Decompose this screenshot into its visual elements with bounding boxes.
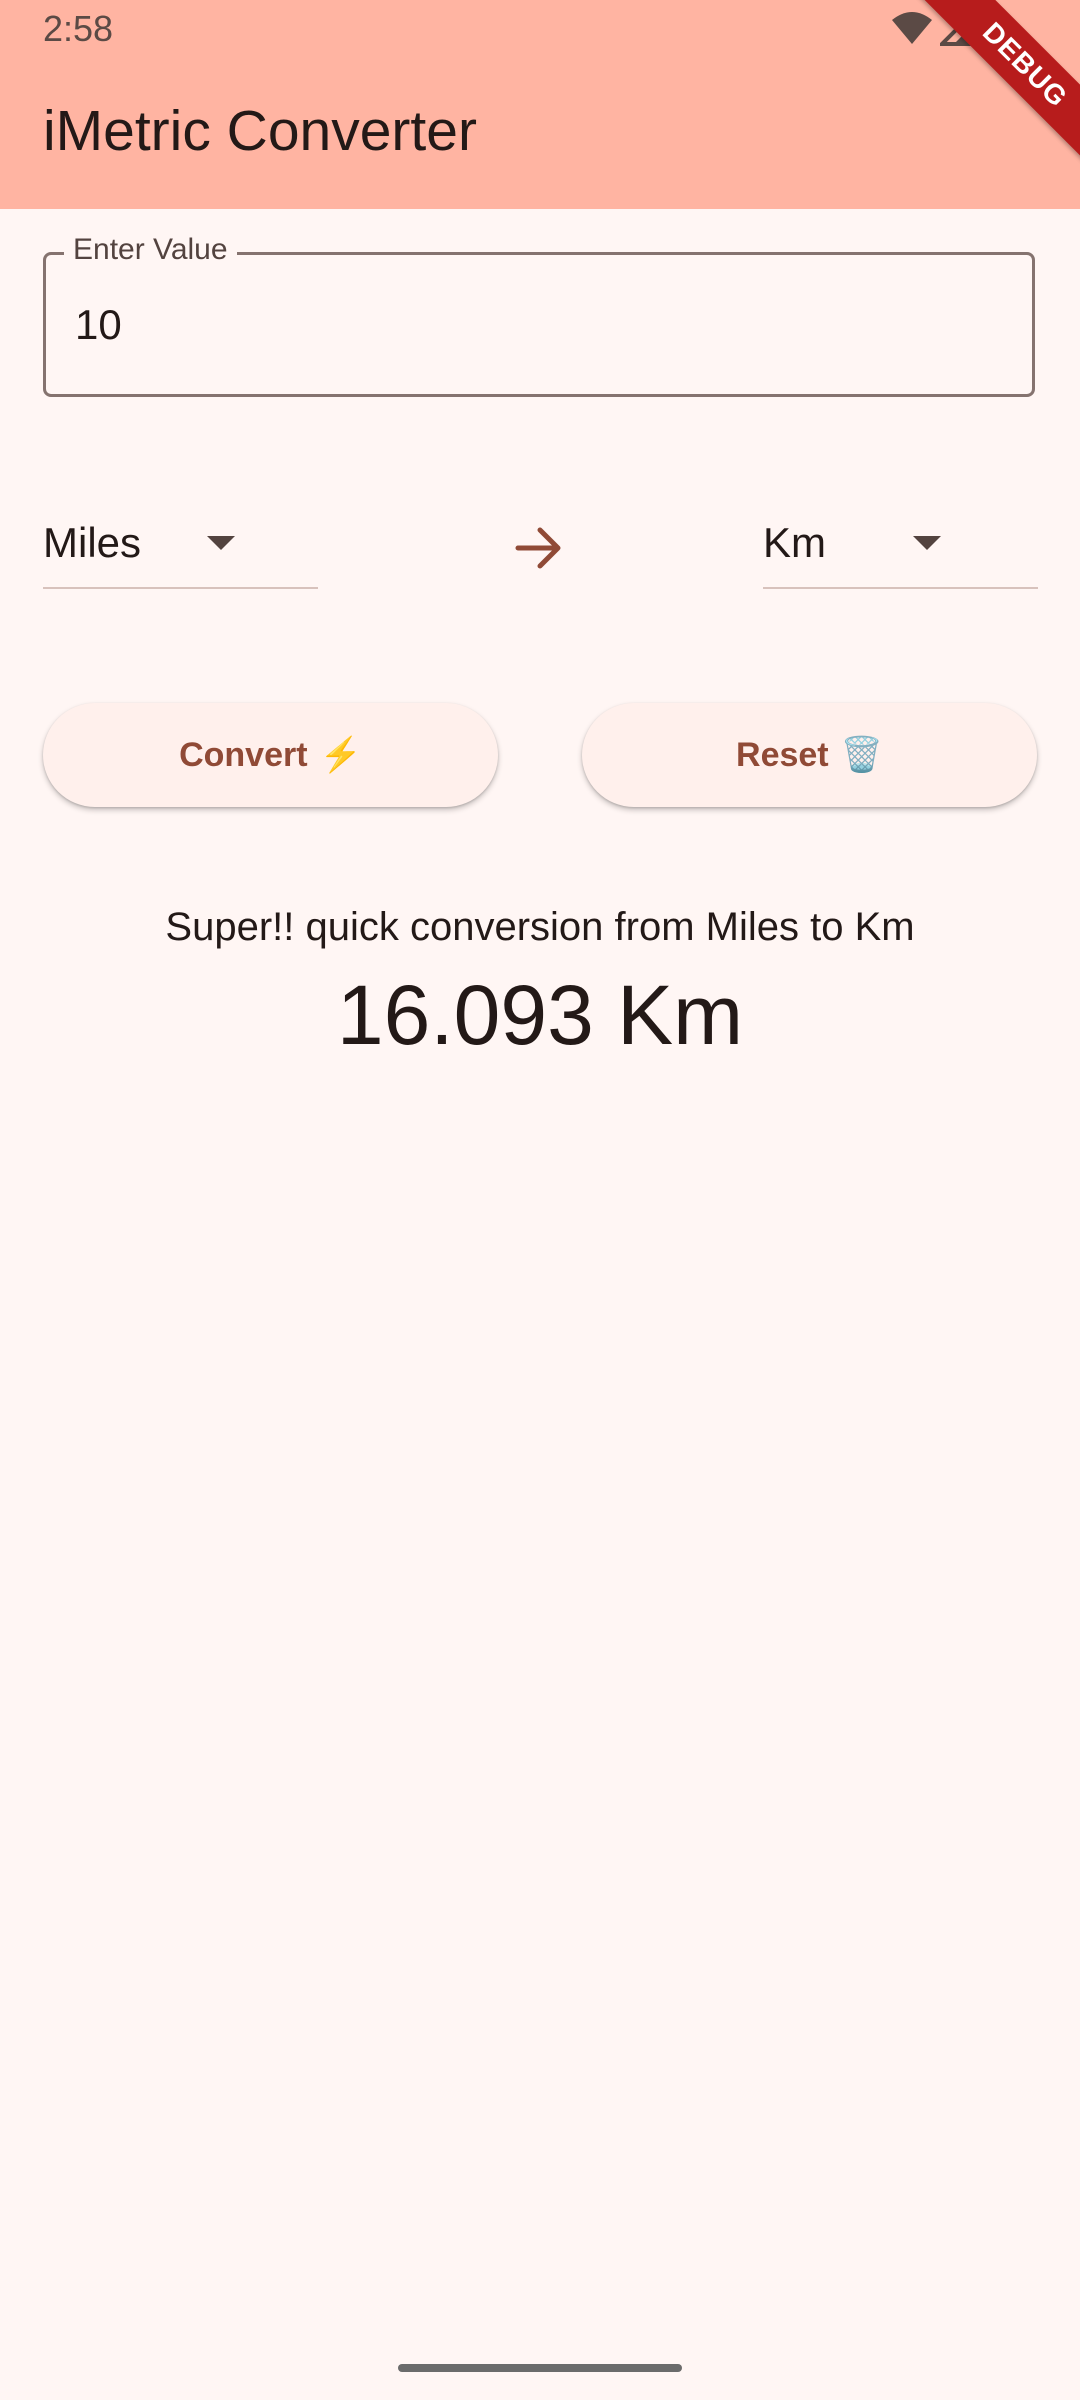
result-caption: Super!! quick conversion from Miles to K… (165, 905, 915, 949)
to-unit-value: Km (763, 519, 826, 566)
home-indicator[interactable] (398, 2364, 682, 2372)
app-title: iMetric Converter (43, 99, 477, 163)
value-field[interactable]: Enter Value (43, 233, 1035, 397)
convert-button[interactable]: Convert ⚡ (43, 703, 498, 807)
value-input[interactable] (75, 290, 975, 360)
reset-button-label: Reset (736, 735, 829, 774)
chevron-down-icon (207, 536, 235, 550)
from-unit-dropdown[interactable]: Miles (43, 505, 318, 589)
chevron-down-icon (913, 536, 941, 550)
trash-icon: 🗑️ (840, 736, 883, 774)
value-field-label: Enter Value (64, 233, 237, 267)
lightning-icon: ⚡ (319, 736, 362, 774)
reset-button[interactable]: Reset 🗑️ (582, 703, 1037, 807)
result-value: 16.093 Km (336, 968, 744, 1062)
from-unit-value: Miles (43, 519, 142, 566)
wifi-icon (892, 12, 932, 44)
to-unit-dropdown[interactable]: Km (763, 505, 1038, 589)
status-time: 2:58 (43, 8, 114, 49)
convert-button-label: Convert (179, 735, 308, 774)
arrow-right-icon (515, 527, 561, 569)
app-bar: 2:58 iMetric Converter DEBUG (0, 0, 1080, 209)
